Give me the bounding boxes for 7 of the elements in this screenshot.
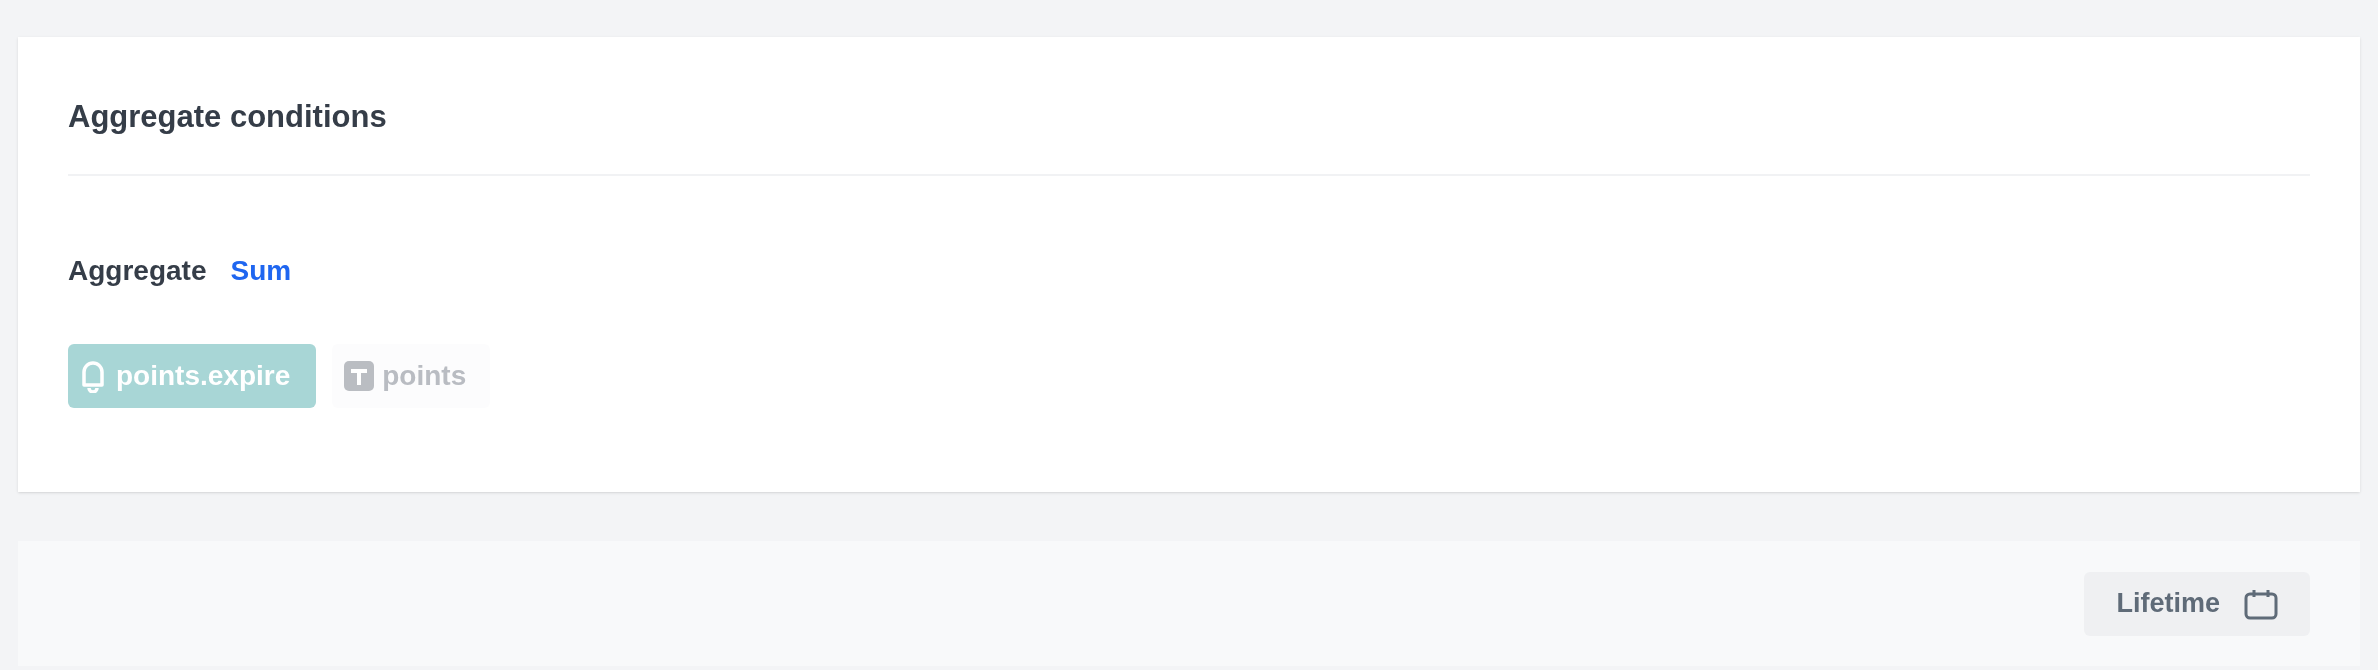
bell-icon xyxy=(80,359,106,393)
period-button[interactable]: Lifetime xyxy=(2084,571,2310,636)
aggregate-label: Aggregate xyxy=(68,254,207,288)
aggregate-function-link[interactable]: Sum xyxy=(230,250,292,292)
calendar-icon xyxy=(2244,587,2278,620)
text-type-icon xyxy=(344,361,375,391)
card-title: Aggregate conditions xyxy=(68,98,388,136)
